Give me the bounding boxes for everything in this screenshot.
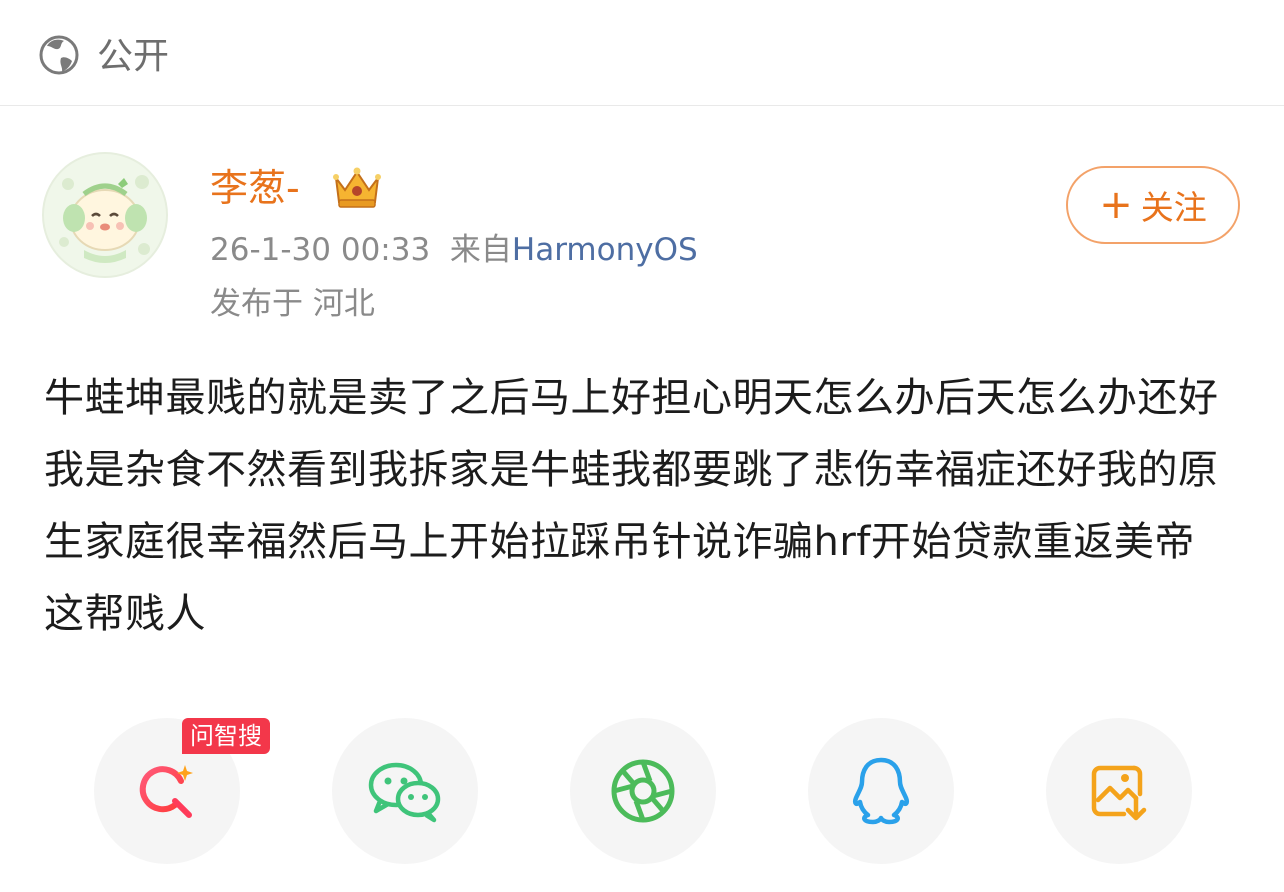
crown-icon [333,167,381,208]
source-prefix: 来自 [449,232,512,268]
search-ai-icon [139,765,193,818]
timestamp: 26-1-30 00:33 [210,232,431,268]
source-name[interactable]: HarmonyOS [512,232,698,268]
ai-search-badge: 问智搜 [182,718,270,754]
share-moments-button[interactable] [570,718,716,864]
qq-icon [852,757,910,825]
follow-button[interactable]: + 关注 [1066,166,1240,244]
location: 发布于 河北 [210,286,375,322]
globe-icon [39,35,79,75]
plus-icon: + [1099,182,1133,228]
follow-label: 关注 [1140,188,1207,227]
share-save-image-button[interactable] [1046,718,1192,864]
share-qq-button[interactable] [808,718,954,864]
author-name[interactable]: 李葱- [210,164,300,212]
post-meta: 26-1-30 00:33 来自HarmonyOS [210,230,698,270]
visibility-label[interactable]: 公开 [97,34,169,80]
avatar[interactable] [42,152,168,278]
post-content: 牛蛙坤最贱的就是卖了之后马上好担心明天怎么办后天怎么办还好我是杂食不然看到我拆家… [44,375,1219,637]
share-wechat-button[interactable] [332,718,478,864]
avatar-image [44,154,166,276]
moments-icon [611,759,675,823]
wechat-icon [368,762,441,823]
top-bar: 公开 [0,0,1284,106]
save-image-icon [1091,765,1147,821]
